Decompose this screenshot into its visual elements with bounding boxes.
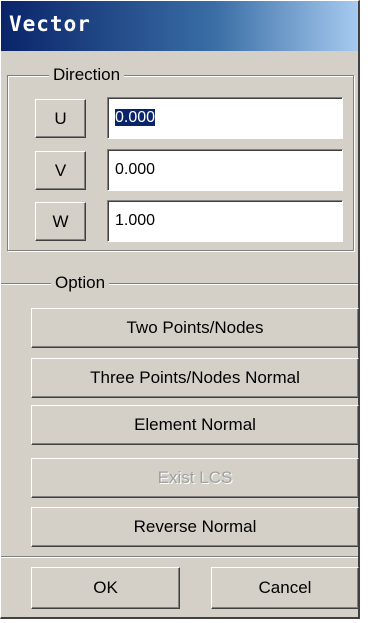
vector-dialog: Vector Direction U 0.000 V 0.000 W 1.000… (0, 0, 360, 619)
v-value-text: 0.000 (115, 161, 156, 178)
cancel-button[interactable]: Cancel (211, 567, 359, 609)
v-axis-button[interactable]: V (35, 151, 86, 190)
u-value-field[interactable]: 0.000 (107, 97, 343, 139)
element-normal-button[interactable]: Element Normal (31, 405, 359, 445)
w-value-field[interactable]: 1.000 (107, 200, 343, 242)
title-bar[interactable]: Vector (1, 1, 358, 51)
option-group-label: Option (51, 273, 110, 293)
u-axis-button[interactable]: U (35, 99, 86, 138)
footer-separator (1, 556, 358, 558)
two-points-nodes-button[interactable]: Two Points/Nodes (31, 308, 359, 348)
ok-button[interactable]: OK (31, 567, 180, 609)
window-title: Vector (9, 12, 91, 36)
u-value-text: 0.000 (115, 109, 156, 126)
three-points-nodes-normal-button[interactable]: Three Points/Nodes Normal (31, 358, 359, 398)
w-axis-button[interactable]: W (35, 202, 86, 241)
exist-lcs-button: Exist LCS (31, 458, 359, 498)
v-value-field[interactable]: 0.000 (107, 149, 343, 191)
reverse-normal-button[interactable]: Reverse Normal (31, 507, 359, 547)
w-value-text: 1.000 (115, 212, 156, 229)
direction-group-label: Direction (49, 65, 125, 85)
